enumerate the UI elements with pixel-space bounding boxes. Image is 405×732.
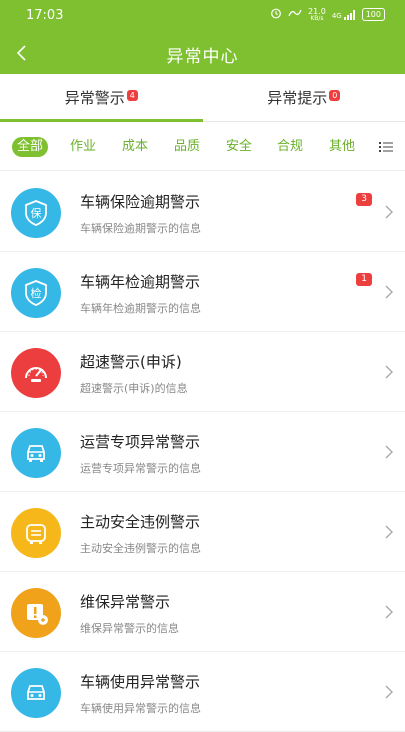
safety-icon: [11, 508, 61, 558]
title-bar: 异常中心: [0, 32, 405, 74]
list-item[interactable]: 检 车辆年检逾期警示 车辆年检逾期警示的信息 1: [0, 252, 405, 332]
item-description: 车辆年检逾期警示的信息: [80, 300, 201, 316]
filter-other[interactable]: 其他: [329, 137, 355, 157]
inspection-icon: 检: [11, 268, 61, 318]
item-description: 超速警示(申诉)的信息: [80, 380, 188, 396]
network-speed: 21.0 KB/s: [308, 8, 326, 22]
chevron-right-icon: [383, 445, 395, 459]
item-description: 车辆保险逾期警示的信息: [80, 220, 201, 236]
svg-text:检: 检: [31, 286, 42, 300]
status-time: 17:03: [26, 8, 63, 23]
item-description: 车辆使用异常警示的信息: [80, 700, 201, 716]
tab-hints[interactable]: 异常提示 0: [203, 74, 405, 121]
tab-warnings[interactable]: 异常警示 4: [0, 74, 203, 121]
list-item[interactable]: 超速警示(申诉) 超速警示(申诉)的信息: [0, 332, 405, 412]
list-item[interactable]: 运营专项异常警示 运营专项异常警示的信息: [0, 412, 405, 492]
speed-value: 21.0: [308, 8, 326, 15]
filter-operation[interactable]: 作业: [70, 137, 96, 157]
tab-badge: 4: [127, 90, 138, 101]
alarm-icon: [270, 7, 282, 22]
insurance-icon: 保: [11, 188, 61, 238]
item-description: 主动安全违例警示的信息: [80, 540, 201, 556]
item-title: 超速警示(申诉): [80, 351, 182, 372]
status-icons: 21.0 KB/s 4G 100: [270, 7, 385, 22]
list-menu-icon[interactable]: [379, 140, 393, 154]
item-title: 主动安全违例警示: [80, 511, 200, 532]
list-item[interactable]: 维保异常警示 维保异常警示的信息: [0, 572, 405, 652]
filter-all[interactable]: 全部: [12, 137, 48, 157]
tab-label: 异常警示: [65, 87, 125, 108]
list-item[interactable]: 主动安全违例警示 主动安全违例警示的信息: [0, 492, 405, 572]
chevron-right-icon: [383, 285, 395, 299]
page-title: 异常中心: [0, 42, 405, 67]
status-bar: 17:03 21.0 KB/s 4G 100: [0, 0, 405, 32]
tab-badge: 0: [329, 90, 340, 101]
tab-bar: 异常警示 4 异常提示 0: [0, 74, 405, 122]
network-type: 4G: [332, 12, 342, 20]
filter-bar: 全部 作业 成本 品质 安全 合规 其他: [0, 123, 405, 171]
list-item[interactable]: 车辆使用异常警示 车辆使用异常警示的信息: [0, 652, 405, 732]
item-title: 车辆保险逾期警示: [80, 191, 200, 212]
chevron-right-icon: [383, 205, 395, 219]
item-title: 维保异常警示: [80, 591, 170, 612]
filter-cost[interactable]: 成本: [122, 137, 148, 157]
chevron-right-icon: [383, 605, 395, 619]
chevron-right-icon: [383, 365, 395, 379]
battery-indicator: 100: [362, 8, 385, 21]
filter-quality[interactable]: 品质: [174, 137, 200, 157]
speed-unit: KB/s: [308, 15, 326, 22]
item-title: 车辆年检逾期警示: [80, 271, 200, 292]
filter-safety[interactable]: 安全: [226, 137, 252, 157]
item-title: 车辆使用异常警示: [80, 671, 200, 692]
item-description: 运营专项异常警示的信息: [80, 460, 201, 476]
cell-signal-icon: 4G: [332, 10, 356, 20]
svg-text:保: 保: [31, 206, 42, 220]
filter-compliance[interactable]: 合规: [277, 137, 303, 157]
speedometer-icon: [11, 348, 61, 398]
chevron-right-icon: [383, 685, 395, 699]
tab-label: 异常提示: [267, 87, 327, 108]
item-description: 维保异常警示的信息: [80, 620, 179, 636]
item-title: 运营专项异常警示: [80, 431, 200, 452]
car-usage-icon: [11, 668, 61, 718]
chevron-right-icon: [383, 525, 395, 539]
count-badge: 1: [356, 273, 372, 286]
list-item[interactable]: 保 车辆保险逾期警示 车辆保险逾期警示的信息 3: [0, 172, 405, 252]
signal-wave-icon: [288, 8, 302, 21]
count-badge: 3: [356, 193, 372, 206]
maintenance-icon: [11, 588, 61, 638]
car-icon: [11, 428, 61, 478]
